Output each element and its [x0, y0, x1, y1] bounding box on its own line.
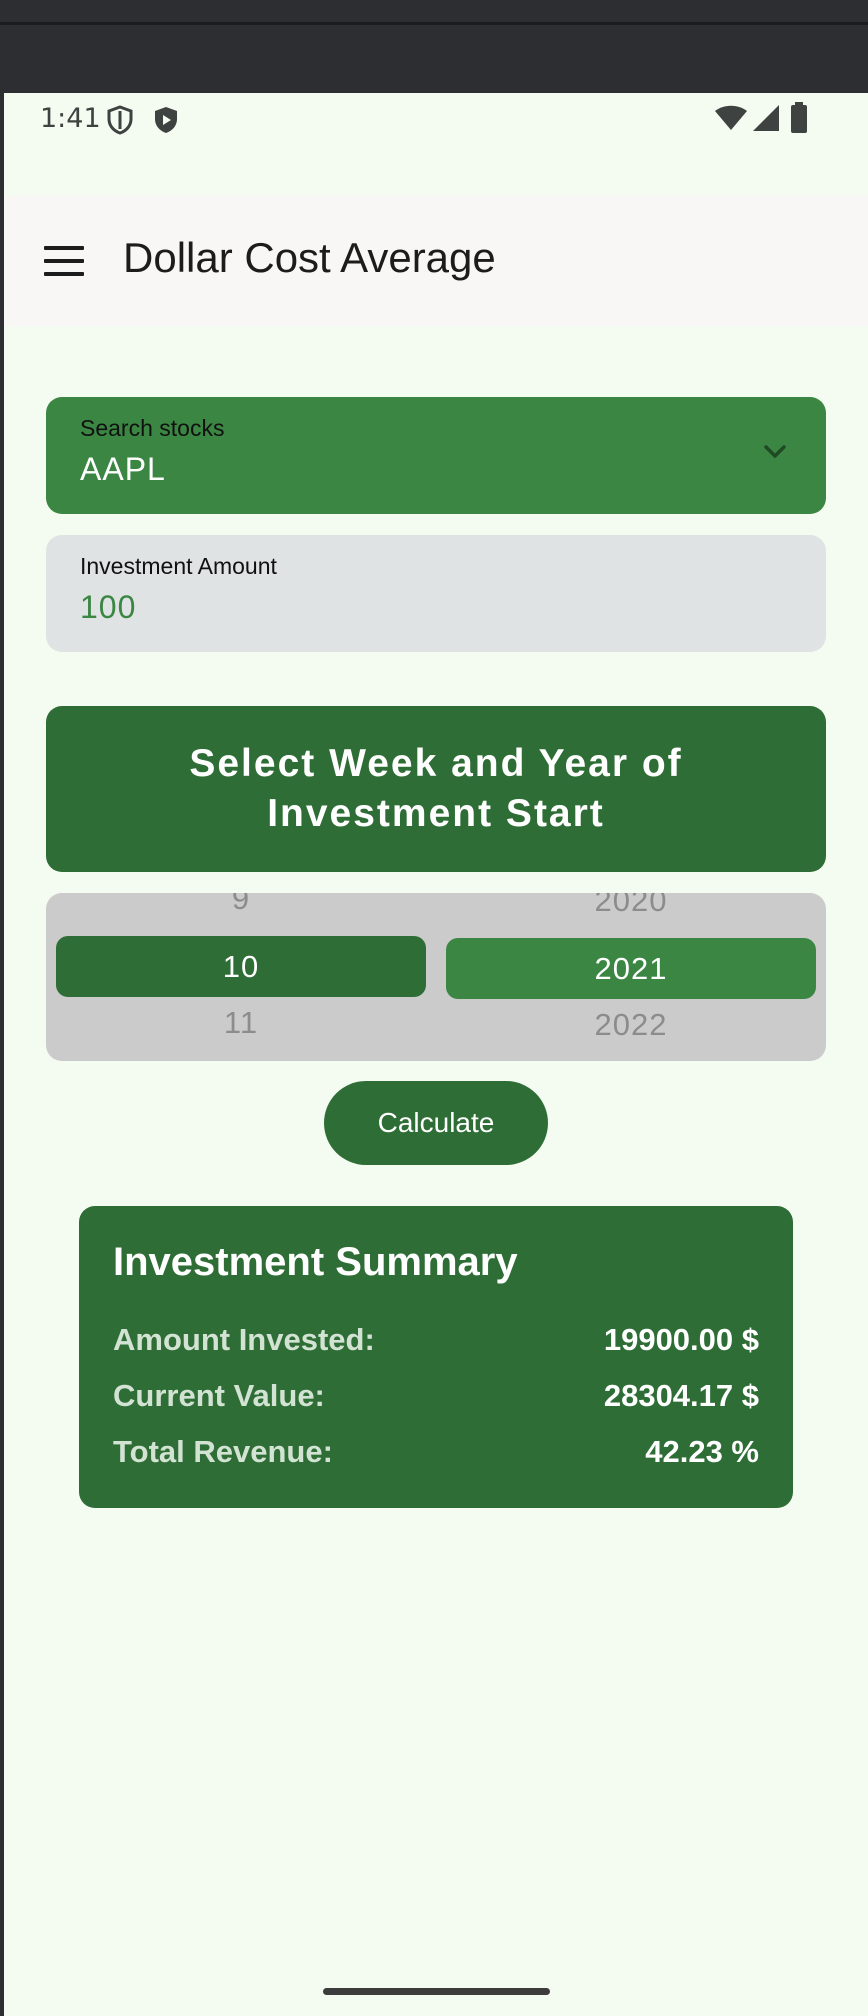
status-bar: 1:41 — [4, 93, 868, 153]
amount-label: Investment Amount — [80, 553, 277, 579]
chevron-down-icon[interactable] — [762, 439, 788, 465]
summary-row-amount-invested: Amount Invested: 19900.00 $ — [113, 1322, 759, 1362]
status-time: 1:41 — [40, 103, 101, 134]
investment-summary-card: Investment Summary Amount Invested: 1990… — [79, 1206, 793, 1508]
summary-value: 28304.17 $ — [603, 1378, 759, 1413]
summary-row-current-value: Current Value: 28304.17 $ — [113, 1378, 759, 1418]
summary-value: 19900.00 $ — [603, 1322, 759, 1357]
week-option-prev[interactable]: 9 — [56, 893, 426, 917]
week-option-next[interactable]: 11 — [56, 1005, 426, 1041]
wifi-icon — [715, 105, 747, 130]
investment-amount-field[interactable]: Investment Amount 100 — [46, 535, 826, 652]
shield-outline-icon — [107, 105, 133, 135]
search-label: Search stocks — [80, 415, 225, 441]
summary-label: Current Value: — [113, 1378, 325, 1413]
select-week-banner-text: Select Week and Year of Investment Start — [189, 742, 683, 835]
battery-icon — [791, 102, 807, 133]
home-indicator[interactable] — [323, 1988, 550, 1995]
hamburger-menu-icon[interactable] — [44, 246, 84, 276]
summary-title: Investment Summary — [113, 1240, 518, 1284]
summary-row-total-revenue: Total Revenue: 42.23 % — [113, 1434, 759, 1474]
select-week-banner: Select Week and Year of Investment Start — [46, 706, 826, 872]
window-frame-left — [0, 93, 4, 2016]
page-title: Dollar Cost Average — [123, 234, 496, 281]
search-value[interactable]: AAPL — [80, 451, 166, 488]
week-year-picker[interactable]: 9 10 11 2020 2021 2022 — [46, 893, 826, 1061]
signal-icon — [753, 105, 779, 131]
shield-play-icon — [155, 107, 177, 133]
year-option-prev[interactable]: 2020 — [446, 893, 816, 919]
week-option-selected[interactable]: 10 — [56, 936, 426, 997]
summary-label: Total Revenue: — [113, 1434, 333, 1469]
year-option-selected[interactable]: 2021 — [446, 938, 816, 999]
summary-value: 42.23 % — [645, 1434, 759, 1469]
year-option-next[interactable]: 2022 — [446, 1007, 816, 1043]
stock-search-dropdown[interactable]: Search stocks AAPL — [46, 397, 826, 514]
summary-label: Amount Invested: — [113, 1322, 375, 1357]
calculate-button[interactable]: Calculate — [324, 1081, 548, 1165]
window-frame-top — [0, 0, 868, 93]
app-bar: Dollar Cost Average — [4, 196, 868, 326]
amount-value[interactable]: 100 — [80, 589, 136, 626]
